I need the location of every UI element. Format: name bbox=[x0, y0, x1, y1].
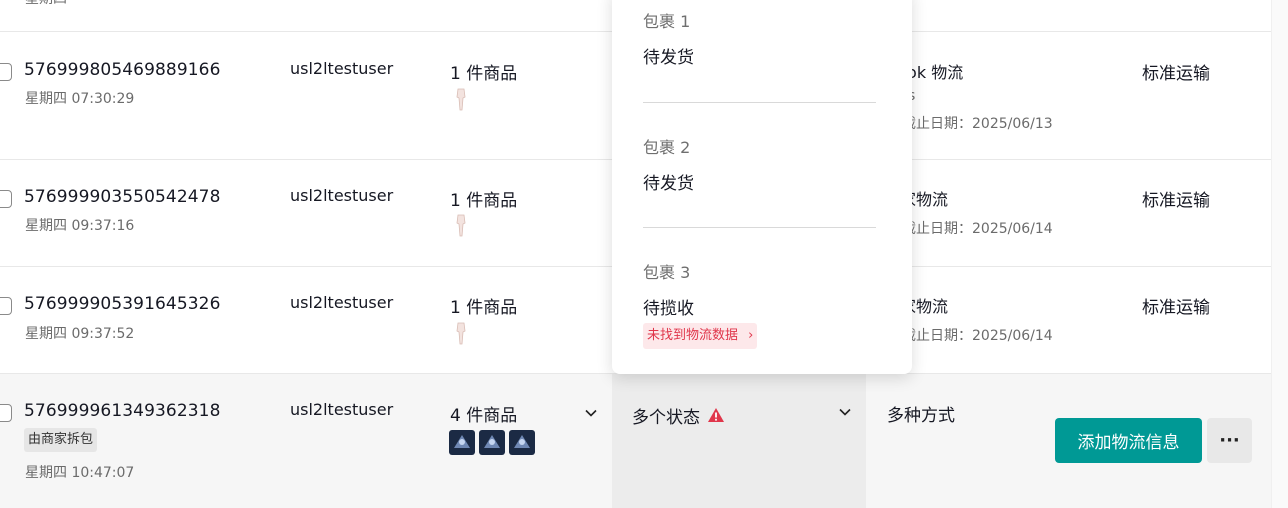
package-label: 包裹 1 bbox=[643, 12, 691, 31]
package-status: 待发货 bbox=[643, 48, 694, 68]
package-status: 待揽收 bbox=[643, 299, 694, 319]
item-count[interactable]: 1 件商品 bbox=[450, 293, 517, 318]
shipping-method: 标准运输 bbox=[1142, 298, 1210, 318]
deadline: 截止日期：2025/06/14 bbox=[902, 328, 1053, 344]
split-package-badge: 由商家拆包 bbox=[24, 428, 98, 452]
order-id[interactable]: 576999961349362318 bbox=[24, 401, 221, 421]
row-checkbox[interactable] bbox=[0, 63, 12, 81]
order-id[interactable]: 576999905391645326 bbox=[24, 294, 221, 314]
product-thumbnail[interactable] bbox=[454, 214, 468, 238]
logistics-error-text: 未找到物流数据 bbox=[647, 328, 739, 343]
item-count[interactable]: 4 件商品 bbox=[450, 401, 517, 426]
order-time: 星期四 09:37:52 bbox=[25, 326, 135, 342]
product-thumbnail[interactable] bbox=[449, 430, 475, 455]
order-time: 星期四 07:30:29 bbox=[25, 91, 135, 107]
order-time: 星期四 bbox=[25, 0, 67, 8]
divider bbox=[643, 227, 876, 228]
buyer-name[interactable]: usl2ltestuser bbox=[290, 293, 393, 312]
order-id[interactable]: 576999903550542478 bbox=[24, 187, 221, 207]
logistics-error-link[interactable]: 未找到物流数据 › bbox=[643, 323, 758, 349]
row-checkbox[interactable] bbox=[0, 404, 12, 422]
buyer-name[interactable]: usl2ltestuser bbox=[290, 59, 393, 78]
status-cell[interactable] bbox=[612, 374, 866, 508]
buyer-name[interactable]: usl2ltestuser bbox=[290, 400, 393, 419]
status-text[interactable]: 多个状态 bbox=[632, 403, 700, 428]
more-actions-button[interactable]: ··· bbox=[1207, 418, 1252, 463]
package-status-popover: 包裹 1 待发货 包裹 2 待发货 包裹 3 待揽收 未找到物流数据 › bbox=[612, 0, 912, 374]
item-count[interactable]: 1 件商品 bbox=[450, 186, 517, 211]
package-label: 包裹 2 bbox=[643, 138, 691, 157]
product-thumbnail[interactable] bbox=[479, 430, 505, 455]
product-thumbnail[interactable] bbox=[509, 430, 535, 455]
product-thumbnail[interactable] bbox=[454, 88, 468, 112]
chevron-down-icon[interactable] bbox=[584, 406, 598, 420]
shipping-method: 多种方式 bbox=[887, 406, 955, 426]
warning-triangle-icon bbox=[708, 408, 724, 422]
deadline: 截止日期：2025/06/14 bbox=[902, 221, 1053, 237]
chevron-down-icon[interactable] bbox=[838, 405, 852, 419]
row-checkbox[interactable] bbox=[0, 190, 12, 208]
order-time: 星期四 09:37:16 bbox=[25, 218, 135, 234]
chevron-right-icon: › bbox=[748, 328, 754, 343]
order-time: 星期四 10:47:07 bbox=[25, 465, 135, 481]
scrollbar-track[interactable] bbox=[1271, 0, 1288, 508]
package-status: 待发货 bbox=[643, 174, 694, 194]
deadline: 截止日期：2025/06/13 bbox=[902, 116, 1053, 132]
add-logistics-button[interactable]: 添加物流信息 bbox=[1055, 418, 1202, 463]
order-id[interactable]: 576999805469889166 bbox=[24, 60, 221, 80]
buyer-name[interactable]: usl2ltestuser bbox=[290, 186, 393, 205]
divider bbox=[643, 102, 876, 103]
shipping-method: 标准运输 bbox=[1142, 64, 1210, 84]
shipping-method: 标准运输 bbox=[1142, 191, 1210, 211]
package-label: 包裹 3 bbox=[643, 263, 691, 282]
row-checkbox[interactable] bbox=[0, 297, 12, 315]
product-thumbnail[interactable] bbox=[454, 322, 468, 346]
item-count[interactable]: 1 件商品 bbox=[450, 59, 517, 84]
